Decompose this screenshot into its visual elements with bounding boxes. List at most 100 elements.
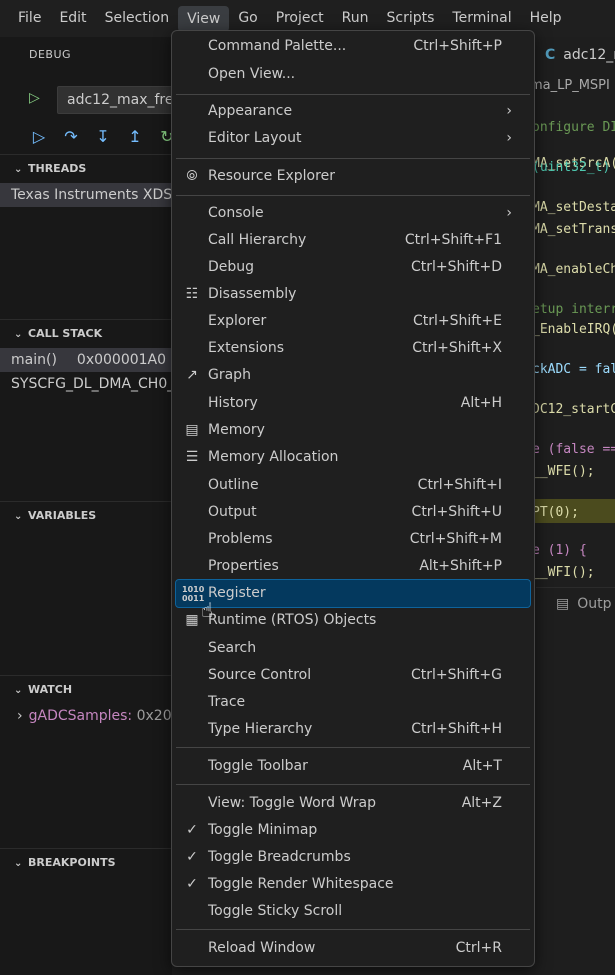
code-line[interactable]: __WFI(); bbox=[532, 565, 595, 580]
menu-item-label: Toggle Render Whitespace bbox=[208, 876, 394, 892]
callstack-header[interactable]: ⌄ CALL STACK bbox=[0, 320, 172, 348]
menu-item-memory[interactable]: ▤ Memory bbox=[176, 417, 530, 444]
code-line[interactable]: DC12_startC bbox=[532, 402, 615, 417]
code-line[interactable]: ckADC = fal bbox=[532, 362, 615, 377]
menu-item-console[interactable]: Console › bbox=[176, 200, 530, 227]
menu-item-toggle-minimap[interactable]: ✓ Toggle Minimap bbox=[176, 817, 530, 844]
menu-item-label: Search bbox=[208, 640, 257, 656]
menu-file[interactable]: File bbox=[0, 0, 50, 37]
menu-item-debug[interactable]: Debug Ctrl+Shift+D bbox=[176, 254, 530, 281]
menu-item-history[interactable]: History Alt+H bbox=[176, 390, 530, 417]
variables-header[interactable]: ⌄ VARIABLES bbox=[0, 502, 172, 530]
menu-separator bbox=[176, 784, 530, 785]
menu-item-shortcut: Ctrl+R bbox=[455, 940, 502, 956]
menu-item-label: Console bbox=[208, 205, 264, 221]
menu-separator bbox=[176, 747, 530, 748]
menu-item-label: Memory Allocation bbox=[208, 449, 339, 465]
sidebar-title: DEBUG bbox=[29, 48, 72, 61]
code-line[interactable]: _EnableIRQ( bbox=[532, 322, 615, 337]
menu-item-shortcut: Ctrl+Shift+D bbox=[411, 259, 502, 275]
menu-item-editor-layout[interactable]: Editor Layout › bbox=[176, 125, 530, 152]
check-icon: ✓ bbox=[186, 849, 198, 865]
menu-item-view-toggle-word-wrap[interactable]: View: Toggle Word Wrap Alt+Z bbox=[176, 790, 530, 817]
menu-item-label: Properties bbox=[208, 558, 279, 574]
code-line[interactable]: MA_enableCh bbox=[532, 262, 615, 277]
panel-tab-output[interactable]: ▤ Outp bbox=[556, 596, 612, 612]
menu-item-shortcut: Ctrl+Shift+I bbox=[417, 477, 502, 493]
menu-item-memory-allocation[interactable]: ☰ Memory Allocation bbox=[176, 444, 530, 471]
menu-item-label: Debug bbox=[208, 259, 255, 275]
debug-sidebar: DEBUG ▷ adc12_max_freq ▷ ↷ ↧ ↥ ↻ ⌄ THREAD… bbox=[0, 37, 172, 975]
menu-item-toggle-render-whitespace[interactable]: ✓ Toggle Render Whitespace bbox=[176, 871, 530, 898]
menu-edit[interactable]: Edit bbox=[50, 0, 95, 37]
continue-icon[interactable]: ▷ bbox=[28, 126, 50, 148]
code-line[interactable]: MA_setDesta bbox=[532, 200, 615, 215]
callstack-frame[interactable]: SYSCFG_DL_DMA_CH0_ir bbox=[0, 372, 172, 396]
menu-item-type-hierarchy[interactable]: Type Hierarchy Ctrl+Shift+H bbox=[176, 716, 530, 743]
callstack-frame[interactable]: main() 0x000001A0 bbox=[0, 348, 172, 372]
step-out-icon[interactable]: ↥ bbox=[124, 126, 146, 148]
menu-item-command-palette[interactable]: Command Palette... Ctrl+Shift+P bbox=[176, 33, 530, 60]
chevron-right-icon: › bbox=[17, 708, 23, 724]
breakpoints-header[interactable]: ⌄ BREAKPOINTS bbox=[0, 849, 172, 877]
menu-view[interactable]: View bbox=[178, 5, 230, 32]
code-line[interactable]: e (false == bbox=[532, 442, 615, 457]
menu-item-label: History bbox=[208, 395, 258, 411]
menu-item-label: Toggle Toolbar bbox=[208, 758, 308, 774]
menu-item-register[interactable]: 1010 0011 Register bbox=[175, 579, 531, 608]
mouse-pointer-icon: ☝ bbox=[201, 598, 214, 622]
menu-item-open-view[interactable]: Open View... bbox=[176, 61, 530, 88]
watch-header[interactable]: ⌄ WATCH bbox=[0, 676, 172, 704]
menu-item-extensions[interactable]: Extensions Ctrl+Shift+X bbox=[176, 335, 530, 362]
step-over-icon[interactable]: ↷ bbox=[60, 126, 82, 148]
code-line[interactable]: onfigure DI bbox=[532, 120, 615, 135]
editor-tab[interactable]: Cadc12_r bbox=[545, 47, 615, 63]
start-debugging-icon[interactable]: ▷ bbox=[29, 90, 40, 106]
thread-row[interactable]: Texas Instruments XDS11 bbox=[0, 183, 172, 207]
launch-config-select[interactable]: adc12_max_freq bbox=[57, 86, 172, 114]
threads-header[interactable]: ⌄ THREADS bbox=[0, 155, 172, 183]
code-line[interactable]: MA_setTrans bbox=[532, 222, 615, 237]
code-line[interactable]: __WFE(); bbox=[532, 464, 595, 479]
view-menu-dropdown: Command Palette... Ctrl+Shift+P Open View.… bbox=[171, 30, 535, 967]
menu-item-shortcut: Ctrl+Shift+G bbox=[410, 667, 502, 683]
breadcrumb[interactable]: ma_LP_MSPI bbox=[530, 78, 610, 93]
menu-item-outline[interactable]: Outline Ctrl+Shift+I bbox=[176, 472, 530, 499]
graph-icon: ↗ bbox=[186, 367, 198, 383]
menu-item-label: Extensions bbox=[208, 340, 285, 356]
menu-item-problems[interactable]: Problems Ctrl+Shift+M bbox=[176, 526, 530, 553]
menu-item-properties[interactable]: Properties Alt+Shift+P bbox=[176, 553, 530, 580]
watch-item[interactable]: › gADCSamples: 0x202 bbox=[0, 704, 172, 728]
frame-name: main() bbox=[11, 352, 57, 368]
menu-item-call-hierarchy[interactable]: Call Hierarchy Ctrl+Shift+F1 bbox=[176, 227, 530, 254]
menu-item-appearance[interactable]: Appearance › bbox=[176, 98, 530, 125]
disassembly-icon: ☷ bbox=[185, 286, 199, 302]
chevron-down-icon: ⌄ bbox=[14, 164, 23, 175]
menu-item-shortcut: Ctrl+Shift+E bbox=[412, 313, 502, 329]
menu-item-toggle-toolbar[interactable]: Toggle Toolbar Alt+T bbox=[176, 753, 530, 780]
menu-item-disassembly[interactable]: ☷ Disassembly bbox=[176, 281, 530, 308]
menu-item-toggle-sticky-scroll[interactable]: Toggle Sticky Scroll bbox=[176, 898, 530, 925]
menu-item-output[interactable]: Output Ctrl+Shift+U bbox=[176, 499, 530, 526]
code-line[interactable]: PT(0); bbox=[532, 505, 579, 520]
menu-item-explorer[interactable]: Explorer Ctrl+Shift+E bbox=[176, 308, 530, 335]
menu-item-runtime-rtos-objects[interactable]: ▦ Runtime (RTOS) Objects bbox=[176, 607, 530, 634]
menu-item-resource-explorer[interactable]: ⦾ Resource Explorer bbox=[176, 163, 530, 190]
menu-item-source-control[interactable]: Source Control Ctrl+Shift+G bbox=[176, 662, 530, 689]
chevron-right-icon: › bbox=[506, 205, 512, 221]
menu-item-search[interactable]: Search bbox=[176, 635, 530, 662]
menu-item-toggle-breadcrumbs[interactable]: ✓ Toggle Breadcrumbs bbox=[176, 844, 530, 871]
menu-item-trace[interactable]: Trace bbox=[176, 689, 530, 716]
menu-item-label: Register bbox=[208, 585, 266, 601]
chevron-right-icon: › bbox=[506, 130, 512, 146]
menu-item-reload-window[interactable]: Reload Window Ctrl+R bbox=[176, 935, 530, 962]
code-line[interactable]: e (1) { bbox=[532, 543, 587, 558]
step-into-icon[interactable]: ↧ bbox=[92, 126, 114, 148]
code-line[interactable]: etup interr bbox=[532, 302, 615, 317]
register-icon-bits: 0011 bbox=[182, 594, 205, 603]
menu-selection[interactable]: Selection bbox=[96, 0, 179, 37]
restart-icon[interactable]: ↻ bbox=[156, 126, 172, 148]
menu-item-graph[interactable]: ↗ Graph bbox=[176, 362, 530, 389]
menu-item-label: Toggle Sticky Scroll bbox=[208, 903, 343, 919]
code-line[interactable]: (uint32_t) bbox=[532, 160, 610, 175]
